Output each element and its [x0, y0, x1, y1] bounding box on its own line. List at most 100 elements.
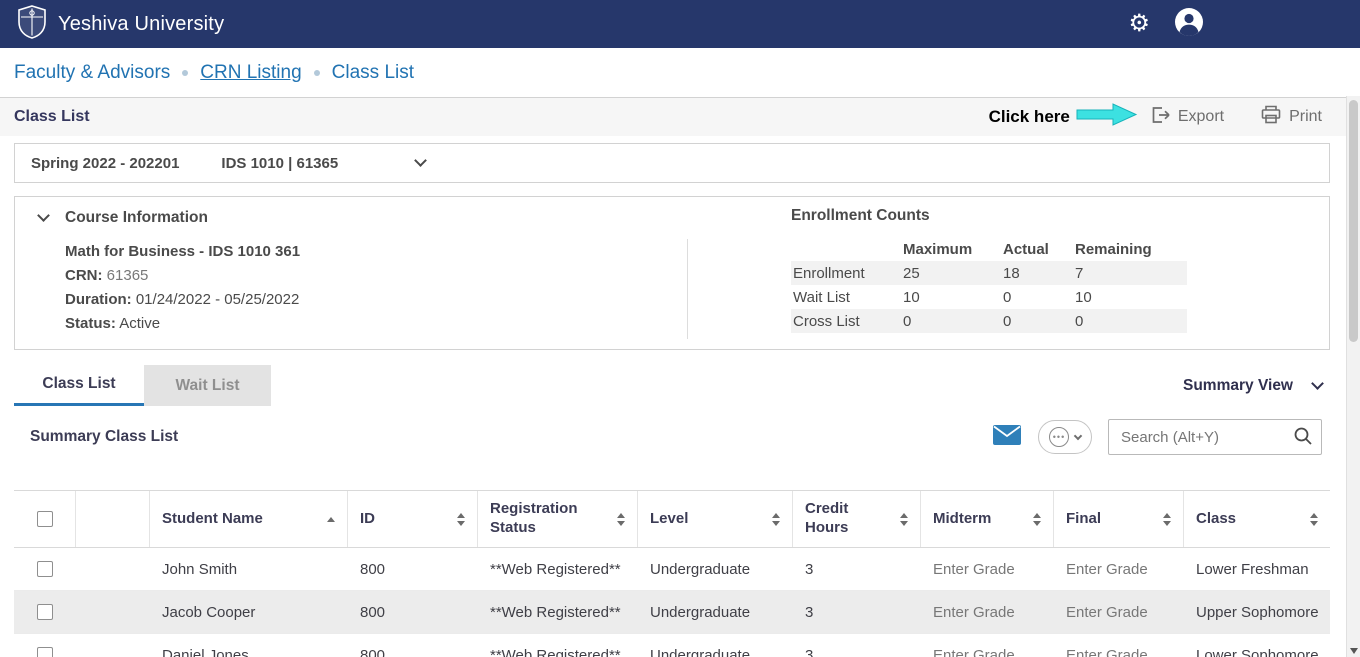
brand-title: Yeshiva University — [58, 13, 224, 36]
enrollment-row: Wait List 10 0 10 — [791, 285, 1187, 309]
sort-icon[interactable] — [1310, 513, 1318, 526]
duration-label: Duration: — [65, 291, 132, 308]
student-id: 800 — [348, 561, 478, 578]
settings-gear-icon[interactable]: ⚙ — [1128, 12, 1150, 36]
course-title: Math for Business - IDS 1010 361 — [65, 243, 300, 260]
row-checkbox[interactable] — [37, 561, 53, 577]
student-name: Jacob Cooper — [150, 604, 348, 621]
breadcrumb-faculty-advisors[interactable]: Faculty & Advisors — [14, 62, 170, 84]
sort-icon[interactable] — [772, 513, 780, 526]
status-label: Status: — [65, 315, 116, 332]
sort-icon[interactable] — [617, 513, 625, 526]
email-icon[interactable] — [992, 424, 1022, 451]
level: Undergraduate — [638, 604, 793, 621]
header-registration-status[interactable]: Registration Status — [478, 491, 638, 547]
student-name: John Smith — [150, 561, 348, 578]
registration-status: **Web Registered** — [478, 604, 638, 621]
export-icon — [1150, 105, 1171, 130]
chevron-down-icon — [1311, 377, 1324, 390]
credit-hours: 3 — [793, 647, 921, 657]
tab-wait-list[interactable]: Wait List — [144, 365, 271, 406]
row-checkbox[interactable] — [37, 647, 53, 657]
table-row[interactable]: John Smith 800 **Web Registered** Underg… — [14, 548, 1330, 591]
scrollbar-thumb[interactable] — [1349, 100, 1358, 342]
final-grade-link[interactable]: Enter Grade — [1054, 561, 1184, 578]
header-student-name[interactable]: Student Name — [150, 491, 348, 547]
view-selector[interactable]: Summary View — [1183, 365, 1330, 406]
view-selector-label: Summary View — [1183, 377, 1293, 395]
course-status-line: Status: Active — [65, 315, 160, 332]
enrollment-col-remaining: Remaining — [1075, 241, 1187, 258]
export-button[interactable]: Export — [1150, 105, 1224, 130]
breadcrumb: Faculty & Advisors CRN Listing Class Lis… — [0, 48, 1344, 97]
select-all-checkbox[interactable] — [37, 511, 53, 527]
search-icon[interactable] — [1293, 426, 1313, 451]
university-logo-icon — [16, 4, 48, 45]
header-final[interactable]: Final — [1054, 491, 1184, 547]
enrollment-counts-table: Maximum Actual Remaining Enrollment 25 1… — [791, 237, 1187, 333]
search-input[interactable] — [1108, 419, 1322, 455]
breadcrumb-separator-icon — [314, 70, 320, 76]
tools-dropdown-button[interactable]: ••• — [1038, 420, 1092, 454]
status-value: Active — [119, 315, 160, 332]
level: Undergraduate — [638, 647, 793, 657]
row-checkbox[interactable] — [37, 604, 53, 620]
click-here-annotation: Click here — [989, 107, 1070, 127]
table-row[interactable]: Jacob Cooper 800 **Web Registered** Unde… — [14, 591, 1330, 634]
enrollment-row: Enrollment 25 18 7 — [791, 261, 1187, 285]
header-credit-hours[interactable]: Credit Hours — [793, 491, 921, 547]
header-id[interactable]: ID — [348, 491, 478, 547]
vertical-scrollbar[interactable] — [1346, 96, 1360, 657]
breadcrumb-class-list[interactable]: Class List — [332, 62, 414, 84]
enrollment-col-actual: Actual — [1003, 241, 1075, 258]
header-blank — [76, 491, 150, 547]
final-grade-link[interactable]: Enter Grade — [1054, 604, 1184, 621]
course-information-card: Course Information Math for Business - I… — [14, 196, 1330, 350]
sort-icon[interactable] — [1033, 513, 1041, 526]
sort-icon[interactable] — [457, 513, 465, 526]
breadcrumb-separator-icon — [182, 70, 188, 76]
registration-status: **Web Registered** — [478, 561, 638, 578]
sort-asc-icon[interactable] — [327, 517, 335, 522]
midterm-grade-link[interactable]: Enter Grade — [921, 647, 1054, 657]
header-class[interactable]: Class — [1184, 491, 1330, 547]
search-box — [1108, 419, 1322, 455]
course-crn-line: CRN: 61365 — [65, 267, 148, 284]
table-header-row: Student Name ID Registration Status Leve… — [14, 490, 1330, 548]
chevron-down-icon[interactable] — [414, 154, 427, 167]
duration-value: 01/24/2022 - 05/25/2022 — [136, 291, 299, 308]
course-information-heading: Course Information — [65, 209, 208, 227]
scrollbar-down-arrow-icon[interactable] — [1350, 648, 1358, 654]
chevron-down-icon — [1074, 431, 1082, 439]
print-icon — [1260, 104, 1282, 130]
term-course-selector[interactable]: Spring 2022 - 202201 IDS 1010 | 61365 — [14, 143, 1330, 183]
tab-class-list[interactable]: Class List — [14, 365, 144, 406]
crn-label: CRN: — [65, 267, 103, 284]
enrollment-counts-heading: Enrollment Counts — [791, 207, 930, 225]
header-midterm[interactable]: Midterm — [921, 491, 1054, 547]
print-button[interactable]: Print — [1260, 104, 1322, 130]
user-avatar-icon[interactable] — [1174, 7, 1204, 42]
final-grade-link[interactable]: Enter Grade — [1054, 647, 1184, 657]
breadcrumb-crn-listing[interactable]: CRN Listing — [200, 62, 301, 84]
page-toolbar: Class List Click here Export — [0, 97, 1360, 136]
header-level[interactable]: Level — [638, 491, 793, 547]
student-name: Daniel Jones — [150, 647, 348, 657]
sort-icon[interactable] — [900, 513, 908, 526]
registration-status: **Web Registered** — [478, 647, 638, 657]
top-navbar: Yeshiva University ⚙ — [0, 0, 1360, 48]
class-standing: Lower Freshman — [1184, 561, 1330, 578]
page-title: Class List — [14, 108, 90, 126]
export-label: Export — [1178, 108, 1224, 126]
tabs-bar: Class List Wait List Summary View — [14, 365, 1330, 406]
midterm-grade-link[interactable]: Enter Grade — [921, 561, 1054, 578]
sort-icon[interactable] — [1163, 513, 1171, 526]
select-all-checkbox-cell — [14, 491, 76, 547]
collapse-chevron-icon[interactable] — [37, 209, 50, 222]
print-label: Print — [1289, 108, 1322, 126]
midterm-grade-link[interactable]: Enter Grade — [921, 604, 1054, 621]
class-standing: Lower Sophomore — [1184, 647, 1330, 657]
enrollment-row: Cross List 0 0 0 — [791, 309, 1187, 333]
course-label: IDS 1010 | 61365 — [221, 155, 338, 172]
table-row[interactable]: Daniel Jones 800 **Web Registered** Unde… — [14, 634, 1330, 657]
